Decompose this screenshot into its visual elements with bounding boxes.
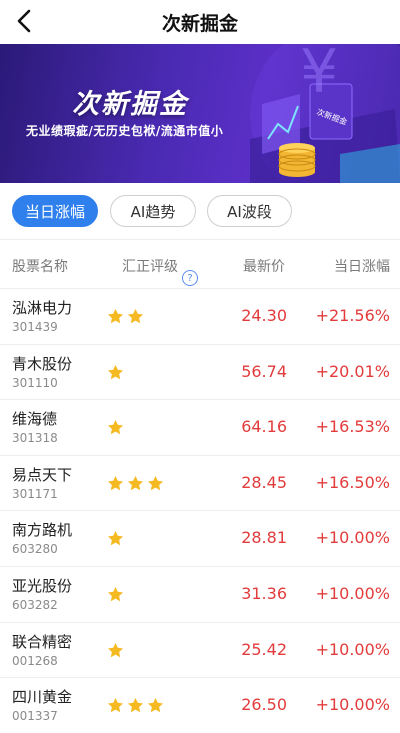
top-nav-bar: 次新掘金: [0, 0, 400, 44]
banner-illustration: 次新掘金 ¥: [250, 44, 400, 183]
rating-stars: [106, 307, 145, 330]
tab-ai-swing[interactable]: AI波段: [207, 195, 292, 227]
stock-name: 维海德: [12, 410, 58, 429]
latest-price: 28.81: [241, 528, 287, 548]
promo-banner[interactable]: 次新掘金 ¥ 次新掘金 无业绩瑕疵/无历史包袱/流通市值小: [0, 44, 400, 183]
banner-subtitle: 无业绩瑕疵/无历史包袱/流通市值小: [26, 124, 224, 138]
star-icon: [106, 641, 125, 664]
star-icon: [106, 363, 125, 386]
header-stock-name[interactable]: 股票名称: [12, 256, 68, 276]
star-icon: [106, 307, 125, 330]
row-divider: [0, 399, 400, 401]
filter-tabs: 当日涨幅 AI趋势 AI波段: [0, 183, 400, 239]
row-divider: [0, 454, 400, 456]
rating-stars: [106, 418, 125, 441]
stock-name: 四川黄金: [12, 688, 73, 707]
table-row[interactable]: 四川黄金 001337 26.50 +10.00%: [0, 678, 400, 733]
daily-change: +21.56%: [315, 306, 390, 325]
stock-name: 青木股份: [12, 354, 73, 373]
row-divider: [0, 288, 400, 289]
latest-price: 24.30: [241, 306, 287, 325]
header-rating-label: 汇正评级: [122, 259, 178, 275]
row-divider: [0, 677, 400, 679]
header-change[interactable]: 当日涨幅: [334, 256, 390, 276]
back-button[interactable]: [10, 6, 40, 36]
stock-code: 301318: [12, 431, 58, 446]
question-circle-icon[interactable]: ?: [182, 270, 198, 286]
daily-change: +16.53%: [315, 417, 390, 437]
table-row[interactable]: 南方路机 603280 28.81 +10.00%: [0, 511, 400, 566]
latest-price: 56.74: [241, 361, 287, 381]
rating-stars: [106, 585, 125, 608]
tab-daily-gain[interactable]: 当日涨幅: [12, 195, 98, 227]
stock-code: 301110: [12, 375, 58, 390]
table-row[interactable]: 亚光股份 603282 31.36 +10.00%: [0, 567, 400, 622]
star-icon: [106, 696, 125, 719]
star-icon: [106, 418, 125, 441]
table-row[interactable]: 泓淋电力 301439 24.30 +21.56%: [0, 289, 400, 344]
rating-stars: [106, 529, 125, 552]
header-price[interactable]: 最新价: [243, 256, 285, 276]
star-icon: [106, 529, 125, 552]
tab-ai-trend[interactable]: AI趋势: [110, 195, 196, 227]
star-icon: [126, 696, 145, 719]
daily-change: +10.00%: [315, 584, 390, 603]
stock-name: 南方路机: [12, 521, 73, 540]
latest-price: 25.42: [241, 639, 287, 659]
table-row[interactable]: 维海德 301318 64.16 +16.53%: [0, 400, 400, 455]
rating-stars: [106, 474, 165, 497]
daily-change: +10.00%: [315, 695, 390, 715]
table-row[interactable]: 青木股份 301110 56.74 +20.01%: [0, 345, 400, 400]
table-header: 股票名称 汇正评级? 最新价 当日涨幅: [0, 242, 400, 286]
banner-title: 次新掘金: [72, 89, 188, 120]
daily-change: +16.50%: [315, 472, 390, 492]
stock-name: 亚光股份: [12, 577, 73, 595]
table-row[interactable]: 联合精密 001268 25.42 +10.00%: [0, 623, 400, 678]
row-divider: [0, 566, 400, 567]
star-icon: [106, 585, 125, 608]
stock-code: 301439: [12, 320, 58, 334]
daily-change: +10.00%: [315, 528, 390, 548]
stock-code: 301171: [12, 486, 58, 501]
row-divider: [0, 510, 400, 512]
stock-name: 易点天下: [12, 465, 73, 484]
latest-price: 28.45: [241, 472, 287, 492]
chevron-left-icon: [17, 9, 31, 33]
stock-name: 泓淋电力: [12, 299, 73, 317]
row-divider: [0, 343, 400, 345]
rating-stars: [106, 363, 125, 386]
star-icon: [126, 474, 145, 497]
page-title: 次新掘金: [161, 12, 238, 35]
latest-price: 31.36: [241, 584, 287, 603]
stock-name: 联合精密: [12, 632, 73, 651]
daily-change: +20.01%: [315, 361, 390, 381]
header-rating: 汇正评级?: [122, 256, 198, 286]
rating-stars: [106, 696, 165, 719]
stock-code: 001268: [12, 653, 58, 668]
stock-code: 001337: [12, 709, 58, 724]
daily-change: +10.00%: [315, 639, 390, 659]
table-row[interactable]: 易点天下 301171 28.45 +16.50%: [0, 456, 400, 511]
divider: [0, 239, 400, 240]
star-icon: [126, 307, 145, 330]
stock-code: 603280: [12, 542, 58, 557]
stock-code: 603282: [12, 598, 58, 612]
star-icon: [146, 474, 165, 497]
star-icon: [106, 474, 125, 497]
latest-price: 26.50: [241, 695, 287, 715]
svg-text:¥: ¥: [300, 44, 338, 107]
latest-price: 64.16: [241, 417, 287, 437]
rating-stars: [106, 641, 125, 664]
star-icon: [146, 696, 165, 719]
row-divider: [0, 621, 400, 623]
